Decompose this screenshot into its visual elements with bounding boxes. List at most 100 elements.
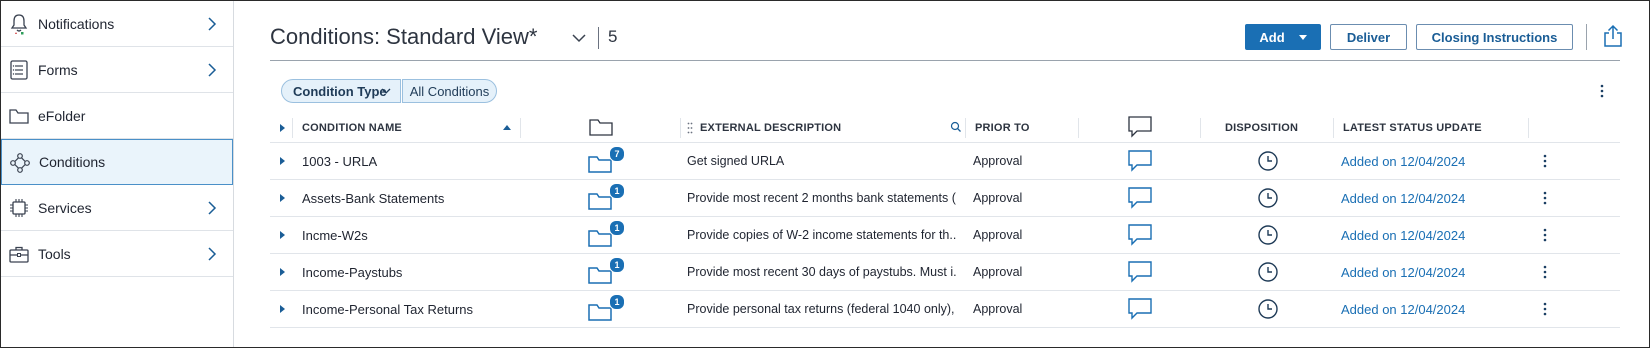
sidebar-item-label: Conditions — [39, 154, 106, 170]
closing-instructions-button[interactable]: Closing Instructions — [1416, 24, 1573, 50]
comment-icon[interactable] — [1127, 186, 1153, 210]
clock-icon[interactable] — [1257, 298, 1279, 320]
sidebar-item-efolder[interactable]: eFolder — [1, 93, 233, 139]
folder-icon — [589, 119, 613, 136]
sidebar-item-label: Forms — [38, 61, 78, 78]
table-row[interactable]: Incme-W2s 1 Provide copies of W-2 income s… — [270, 217, 1620, 254]
external-description: Provide personal tax returns (federal 10… — [687, 302, 957, 316]
clock-icon[interactable] — [1257, 187, 1279, 209]
chevron-down-icon[interactable] — [571, 30, 587, 46]
sidebar-item-services[interactable]: Services — [1, 185, 233, 231]
prior-to: Approval — [973, 191, 1023, 205]
expand-row-icon[interactable] — [280, 157, 285, 165]
caret-down-icon — [1298, 34, 1307, 40]
column-divider — [680, 118, 681, 138]
sidebar-item-forms[interactable]: Forms — [1, 47, 233, 93]
more-options-icon[interactable] — [1599, 84, 1605, 98]
document-count-badge: 7 — [609, 146, 625, 162]
comment-icon[interactable] — [1127, 149, 1153, 173]
column-header-prior-to[interactable]: PRIOR TO — [975, 114, 1030, 142]
condition-name: Assets-Bank Statements — [302, 190, 445, 206]
conditions-icon — [10, 153, 30, 173]
form-icon — [10, 60, 28, 80]
add-button-label: Add — [1259, 29, 1285, 45]
conditions-count: 5 — [608, 27, 618, 46]
chevron-right-icon — [208, 201, 217, 215]
toolbox-icon — [9, 246, 29, 263]
expand-all-icon[interactable] — [280, 124, 285, 132]
table-header: CONDITION NAME EXTERNAL DESCRIPTION PRIO… — [270, 114, 1620, 143]
chevron-right-icon — [208, 63, 217, 77]
column-divider — [1333, 118, 1334, 138]
document-count-badge: 1 — [609, 220, 625, 236]
sidebar-item-label: Services — [38, 199, 92, 216]
external-description: Provide copies of W-2 income statements … — [687, 228, 957, 242]
table-row[interactable]: Assets-Bank Statements 1 Provide most rece… — [270, 180, 1620, 217]
document-count-badge: 1 — [609, 183, 625, 199]
expand-row-icon[interactable] — [280, 194, 285, 202]
condition-name: Incme-W2s — [302, 227, 368, 243]
sidebar-item-label: Tools — [38, 245, 71, 262]
drag-handle-icon[interactable] — [687, 122, 693, 134]
prior-to: Approval — [973, 265, 1023, 279]
condition-name: 1003 - URLA — [302, 153, 378, 169]
comment-icon[interactable] — [1127, 223, 1153, 247]
conditions-table: CONDITION NAME EXTERNAL DESCRIPTION PRIO… — [270, 114, 1620, 328]
prior-to: Approval — [973, 154, 1023, 168]
row-more-options-icon[interactable] — [1542, 154, 1548, 168]
condition-name: Income-Personal Tax Returns — [302, 301, 474, 317]
row-more-options-icon[interactable] — [1542, 228, 1548, 242]
column-header-condition-name[interactable]: CONDITION NAME — [302, 114, 512, 142]
table-row[interactable]: Income-Personal Tax Returns 1 Provide pers… — [270, 291, 1620, 328]
expand-row-icon[interactable] — [280, 305, 285, 313]
sidebar: Notifications Forms eFolder Conditions S… — [1, 1, 234, 347]
latest-status-link[interactable]: Added on 12/04/2024 — [1341, 254, 1501, 290]
clock-icon[interactable] — [1257, 224, 1279, 246]
expand-row-icon[interactable] — [280, 268, 285, 276]
prior-to: Approval — [973, 302, 1023, 316]
chevron-right-icon — [208, 247, 217, 261]
share-icon[interactable] — [1602, 24, 1624, 48]
bell-icon — [10, 14, 28, 35]
column-divider — [1200, 118, 1201, 138]
column-header-disposition[interactable]: DISPOSITION — [1225, 114, 1298, 142]
main-content: Conditions: Standard View* 5 Add Deliver… — [236, 0, 1650, 348]
table-row[interactable]: 1003 - URLA 7 Get signed URLA Approval Added… — [270, 143, 1620, 180]
expand-row-icon[interactable] — [280, 231, 285, 239]
column-divider — [520, 118, 521, 138]
folder-icon — [9, 109, 29, 124]
row-more-options-icon[interactable] — [1542, 191, 1548, 205]
sort-ascending-icon[interactable] — [503, 125, 511, 130]
sidebar-item-notifications[interactable]: Notifications — [1, 1, 233, 47]
filter-label: Condition Type — [293, 83, 387, 99]
comment-icon[interactable] — [1127, 260, 1153, 284]
comment-icon — [1128, 116, 1152, 138]
condition-type-value[interactable]: All Conditions — [402, 79, 497, 103]
comment-icon[interactable] — [1127, 297, 1153, 321]
clock-icon[interactable] — [1257, 261, 1279, 283]
latest-status-link[interactable]: Added on 12/04/2024 — [1341, 217, 1501, 253]
column-divider — [292, 118, 293, 138]
header-divider — [1586, 24, 1587, 50]
sidebar-item-tools[interactable]: Tools — [1, 231, 233, 277]
latest-status-link[interactable]: Added on 12/04/2024 — [1341, 143, 1501, 179]
add-button[interactable]: Add — [1245, 24, 1321, 50]
latest-status-link[interactable]: Added on 12/04/2024 — [1341, 291, 1501, 327]
latest-status-link[interactable]: Added on 12/04/2024 — [1341, 180, 1501, 216]
page-title: Conditions: Standard View* — [270, 24, 538, 49]
external-description: Provide most recent 30 days of paystubs.… — [687, 265, 957, 279]
sidebar-item-label: eFolder — [38, 107, 86, 124]
table-row[interactable]: Income-Paystubs 1 Provide most recent 30 d… — [270, 254, 1620, 291]
sidebar-item-conditions[interactable]: Conditions — [1, 139, 233, 185]
search-icon[interactable] — [950, 121, 962, 133]
condition-type-filter[interactable]: Condition Type — [281, 79, 401, 103]
column-header-external-description[interactable]: EXTERNAL DESCRIPTION — [700, 114, 841, 142]
row-more-options-icon[interactable] — [1542, 302, 1548, 316]
column-header-latest-status-update[interactable]: LATEST STATUS UPDATE — [1343, 114, 1482, 142]
column-divider — [1078, 118, 1079, 138]
chip-icon — [10, 199, 28, 217]
deliver-button[interactable]: Deliver — [1330, 24, 1407, 50]
row-more-options-icon[interactable] — [1542, 265, 1548, 279]
clock-icon[interactable] — [1257, 150, 1279, 172]
document-count-badge: 1 — [609, 294, 625, 310]
